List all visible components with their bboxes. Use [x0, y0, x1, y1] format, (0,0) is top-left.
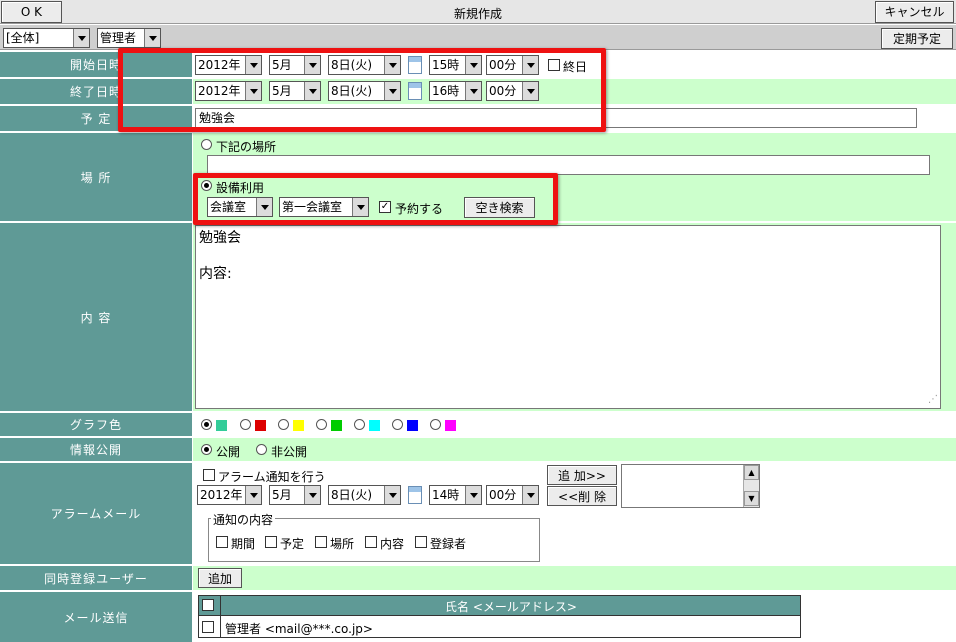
notify-registrant-label: 登録者: [430, 537, 467, 551]
scroll-down-icon[interactable]: ▼: [744, 491, 759, 506]
place-text-input[interactable]: [207, 155, 930, 175]
color-swatch-1: [216, 420, 227, 431]
graph-color-radio-6[interactable]: [392, 419, 403, 430]
annotation-box-datetime: [118, 48, 606, 132]
publish-public-radio[interactable]: [201, 444, 212, 455]
notify-content-title: 通知の内容: [211, 511, 276, 528]
chevron-down-icon: [245, 486, 261, 504]
notify-plan-checkbox[interactable]: [265, 536, 277, 548]
color-swatch-4: [331, 420, 342, 431]
label-mail-send: メール送信: [0, 592, 192, 642]
alarm-day-select[interactable]: 8日(火): [328, 485, 401, 505]
content-line-2: [199, 247, 937, 265]
scrollbar[interactable]: ▲ ▼: [743, 465, 759, 507]
content-line-1: 勉強会: [199, 230, 241, 246]
co-users-row: [193, 566, 956, 591]
alarm-year-select[interactable]: 2012年: [197, 485, 262, 505]
user-select[interactable]: 管理者: [97, 28, 161, 48]
notify-place-checkbox[interactable]: [315, 536, 327, 548]
mail-row-checkbox[interactable]: [202, 621, 214, 633]
color-swatch-3: [293, 420, 304, 431]
graph-color-radio-7[interactable]: [430, 419, 441, 430]
alarm-day-value: 8日(火): [331, 488, 372, 502]
calendar-icon[interactable]: [408, 486, 422, 504]
user-value: 管理者: [100, 31, 137, 45]
cancel-button[interactable]: キャンセル: [875, 1, 954, 23]
chevron-down-icon: [522, 486, 538, 504]
notify-period-checkbox[interactable]: [216, 536, 228, 548]
notify-period-label: 期間: [231, 537, 256, 551]
alarm-year-value: 2012年: [200, 488, 243, 502]
notify-place-label: 場所: [330, 537, 355, 551]
color-swatch-7: [445, 420, 456, 431]
scope-value: [全体]: [6, 31, 40, 45]
alarm-recipient-list[interactable]: [621, 464, 760, 508]
scroll-up-icon[interactable]: ▲: [744, 465, 759, 480]
label-content: 内 容: [0, 223, 192, 412]
notify-plan-label: 予定: [280, 537, 305, 551]
co-users-add-button[interactable]: 追加: [198, 568, 242, 588]
annotation-box-facility: [193, 173, 558, 225]
content-line-3: 内容:: [199, 266, 232, 282]
resize-grip-icon[interactable]: ⋰: [928, 394, 938, 405]
publish-private-label: 非公開: [271, 445, 308, 459]
mail-select-all-checkbox[interactable]: [202, 599, 214, 611]
alarm-notify-label: アラーム通知を行う: [218, 470, 326, 484]
label-publish: 情報公開: [0, 438, 192, 462]
alarm-minute-value: 00分: [489, 488, 517, 502]
chevron-down-icon: [384, 486, 400, 504]
alarm-minute-select[interactable]: 00分: [486, 485, 539, 505]
row-divider: [220, 616, 221, 638]
graph-color-radio-1[interactable]: [201, 419, 212, 430]
alarm-notify-checkbox[interactable]: [203, 469, 215, 481]
label-alarm-mail: アラームメール: [0, 463, 192, 565]
label-graph-color: グラフ色: [0, 413, 192, 437]
graph-color-radio-5[interactable]: [354, 419, 365, 430]
alarm-remove-button[interactable]: <<削 除: [547, 486, 617, 506]
alarm-add-button[interactable]: 追 加>>: [547, 465, 617, 485]
scope-select[interactable]: [全体]: [3, 28, 90, 48]
alarm-hour-select[interactable]: 14時: [429, 485, 482, 505]
chevron-down-icon: [73, 29, 89, 47]
graph-color-radio-3[interactable]: [278, 419, 289, 430]
notify-registrant-checkbox[interactable]: [415, 536, 427, 548]
label-place: 場 所: [0, 133, 192, 222]
notify-content-label: 内容: [380, 537, 405, 551]
regular-schedule-button[interactable]: 定期予定: [881, 28, 953, 49]
graph-color-row: [193, 413, 956, 437]
graph-color-radio-4[interactable]: [316, 419, 327, 430]
alarm-month-value: 5月: [272, 488, 292, 502]
alarm-hour-value: 14時: [432, 488, 460, 502]
label-co-users: 同時登録ユーザー: [0, 566, 192, 591]
page-title: 新規作成: [453, 7, 502, 21]
graph-color-radio-2[interactable]: [240, 419, 251, 430]
chevron-down-icon: [144, 29, 160, 47]
color-swatch-6: [407, 420, 418, 431]
place-text-label: 下記の場所: [216, 140, 277, 154]
publish-public-label: 公開: [216, 445, 241, 459]
chevron-down-icon: [465, 486, 481, 504]
publish-private-radio[interactable]: [256, 444, 267, 455]
alarm-month-select[interactable]: 5月: [269, 485, 321, 505]
color-swatch-5: [369, 420, 380, 431]
publish-row: [193, 438, 956, 462]
color-swatch-2: [255, 420, 266, 431]
mail-header-label: 氏名 <メールアドレス>: [445, 600, 577, 614]
place-text-radio[interactable]: [201, 139, 212, 150]
mail-row-text: 管理者 <mail@***.co.jp>: [225, 622, 373, 636]
notify-content-checkbox[interactable]: [365, 536, 377, 548]
chevron-down-icon: [304, 486, 320, 504]
content-textarea[interactable]: 勉強会 内容:: [195, 225, 941, 409]
